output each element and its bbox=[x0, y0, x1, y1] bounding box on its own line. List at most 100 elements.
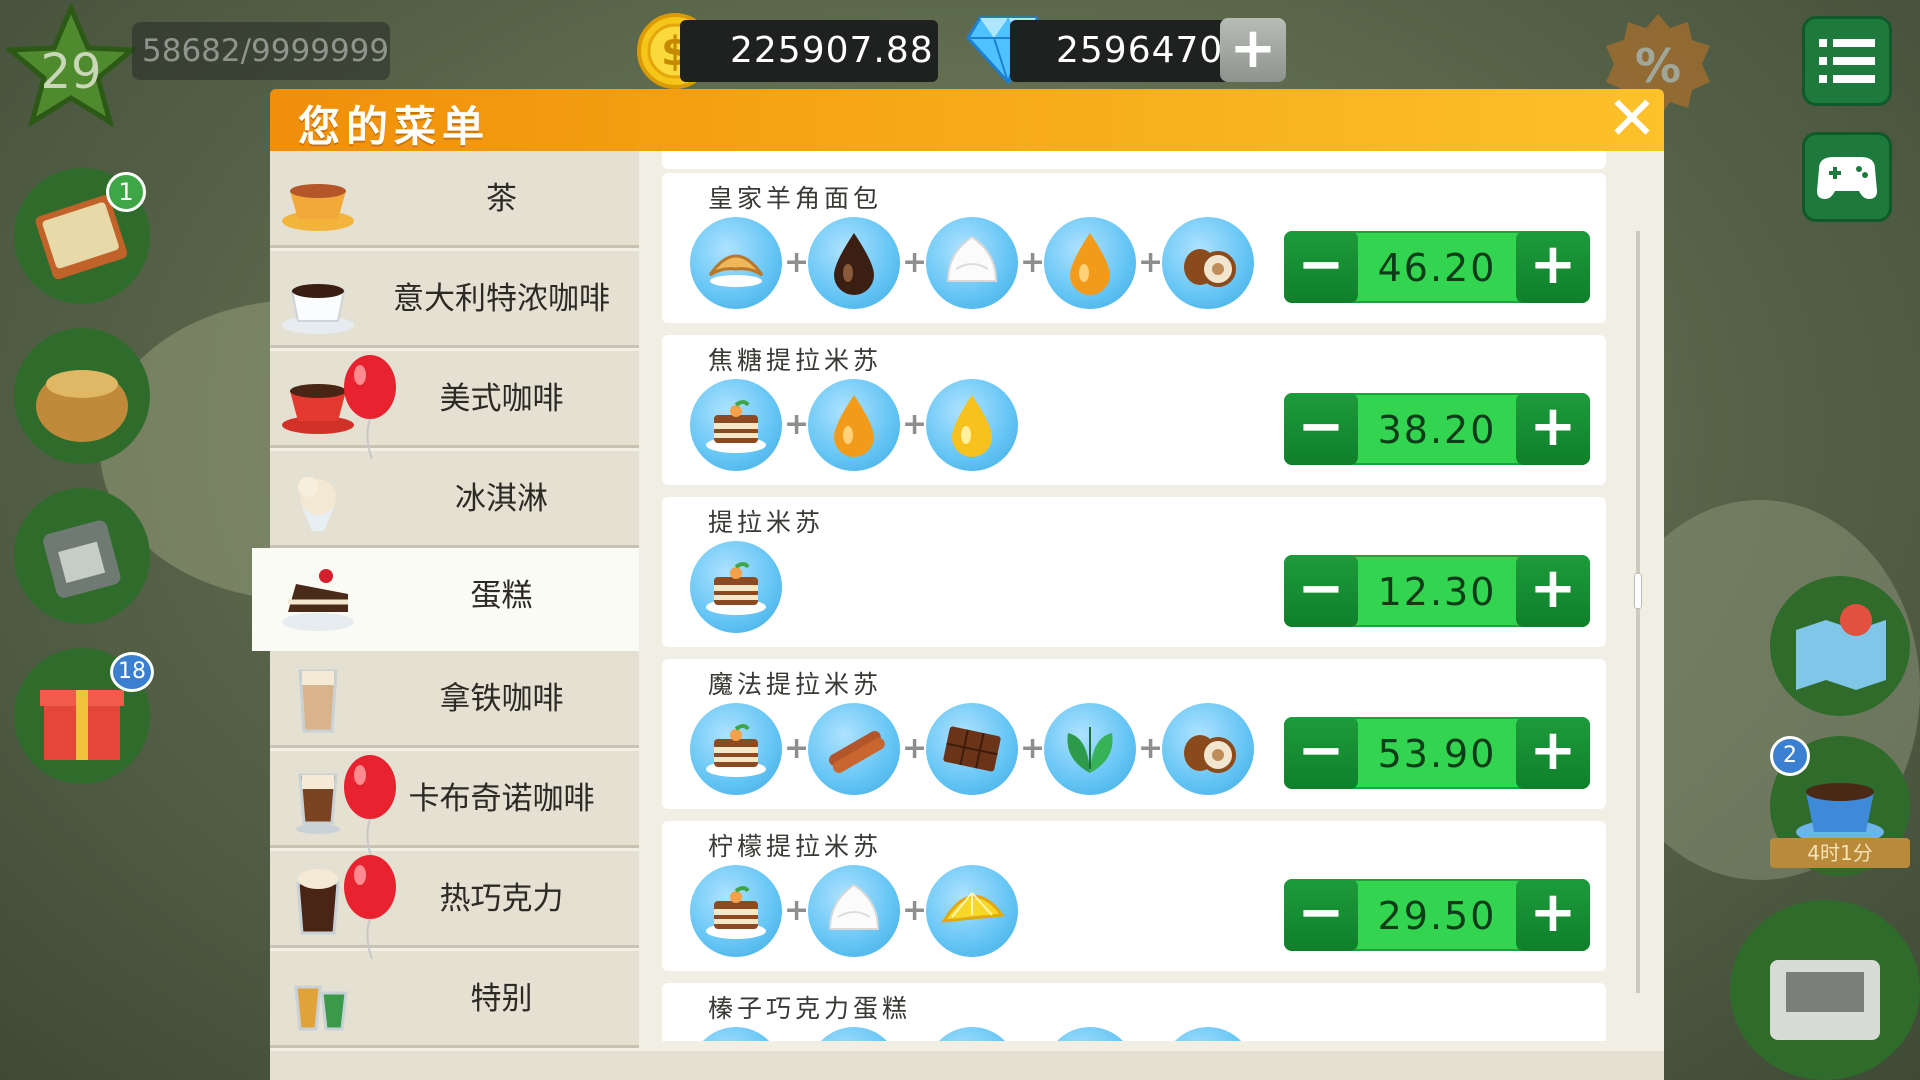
level-star-icon[interactable]: 29 bbox=[6, 4, 136, 128]
cash-register-icon bbox=[1770, 960, 1880, 1040]
scrollbar-thumb[interactable] bbox=[1634, 573, 1642, 609]
phone-button[interactable] bbox=[14, 488, 150, 624]
recipe-card: 焦糖提拉米苏 + + −38.20 + bbox=[662, 335, 1606, 485]
category-item[interactable]: 卡布奇诺咖啡 bbox=[270, 751, 639, 860]
category-label: 美式咖啡 bbox=[439, 381, 564, 417]
increase-price-button[interactable]: + bbox=[1516, 717, 1590, 789]
category-item[interactable]: 蛋糕 bbox=[252, 548, 639, 651]
plus-separator: + bbox=[1138, 245, 1164, 280]
plus-separator: + bbox=[1020, 245, 1046, 280]
category-item[interactable]: 美式咖啡 bbox=[270, 351, 639, 460]
tiramisu-icon[interactable] bbox=[690, 703, 782, 795]
latte-glass-icon bbox=[298, 669, 338, 733]
hazelnut-icon[interactable] bbox=[1162, 217, 1254, 309]
price-stepper: −12.30 + bbox=[1284, 555, 1590, 627]
price-stepper: −29.50 + bbox=[1284, 879, 1590, 951]
map-icon bbox=[1796, 604, 1886, 690]
coffee-order-button[interactable]: 2 4时1分 bbox=[1770, 736, 1910, 876]
increase-price-button[interactable]: + bbox=[1516, 879, 1590, 951]
category-sidebar: 茶意大利特浓咖啡美式咖啡冰淇淋蛋糕拿铁咖啡卡布奇诺咖啡热巧克力特别 bbox=[252, 151, 639, 1048]
coin-balance: 225907.88 bbox=[680, 20, 938, 82]
chocolate-syrup-icon[interactable] bbox=[808, 217, 900, 309]
espresso-cup-icon bbox=[282, 284, 354, 334]
gamepad-icon bbox=[1817, 157, 1877, 199]
decrease-price-button[interactable]: − bbox=[1284, 393, 1358, 465]
plus-separator: + bbox=[1020, 731, 1046, 766]
whipped-cream-icon[interactable] bbox=[926, 217, 1018, 309]
add-gems-button[interactable]: + bbox=[1220, 18, 1286, 82]
price-value: 46.20 bbox=[1377, 246, 1497, 290]
category-label: 茶 bbox=[486, 181, 517, 217]
increase-price-button[interactable]: + bbox=[1516, 393, 1590, 465]
increase-price-button[interactable]: + bbox=[1516, 555, 1590, 627]
honey-drop-icon[interactable] bbox=[926, 379, 1018, 471]
sack-icon bbox=[36, 370, 128, 442]
mint-icon[interactable] bbox=[1044, 703, 1136, 795]
ingredient-icon[interactable] bbox=[1044, 1027, 1136, 1041]
increase-price-button[interactable]: + bbox=[1516, 231, 1590, 303]
balloon-icon bbox=[344, 855, 396, 960]
category-item[interactable]: 意大利特浓咖啡 bbox=[270, 251, 639, 348]
plus-separator: + bbox=[902, 407, 928, 442]
ingredient-icon[interactable] bbox=[808, 1027, 900, 1041]
balloon-icon bbox=[344, 755, 396, 860]
category-label: 拿铁咖啡 bbox=[439, 681, 564, 717]
dialog-header: 您的菜单 ✕ bbox=[270, 89, 1664, 151]
notification-badge: 1 bbox=[106, 172, 146, 212]
ice-cream-icon bbox=[298, 477, 336, 531]
category-item[interactable]: 特别 bbox=[270, 951, 639, 1048]
recipe-book-button[interactable]: 1 bbox=[14, 168, 150, 304]
category-label: 冰淇淋 bbox=[455, 481, 548, 517]
ingredient-icon[interactable] bbox=[690, 1027, 782, 1041]
price-value: 29.50 bbox=[1377, 894, 1497, 938]
caramel-drop-icon[interactable] bbox=[1044, 217, 1136, 309]
map-button[interactable] bbox=[1770, 576, 1910, 716]
tiramisu-icon[interactable] bbox=[690, 541, 782, 633]
tiramisu-icon[interactable] bbox=[690, 865, 782, 957]
gem-balance: 2596470 bbox=[1010, 20, 1232, 82]
scrollbar-track[interactable] bbox=[1636, 231, 1640, 993]
lemon-icon[interactable] bbox=[926, 865, 1018, 957]
caramel-drop-icon[interactable] bbox=[808, 379, 900, 471]
decrease-price-button[interactable]: − bbox=[1284, 717, 1358, 789]
price-stepper: −46.20 + bbox=[1284, 231, 1590, 303]
menu-list-button[interactable] bbox=[1802, 16, 1892, 106]
category-item[interactable]: 热巧克力 bbox=[270, 851, 639, 960]
list-icon bbox=[1819, 39, 1875, 83]
recipe-card: 榛子巧克力蛋糕 bbox=[662, 983, 1606, 1041]
category-item[interactable]: 冰淇淋 bbox=[270, 451, 639, 548]
ingredient-icon[interactable] bbox=[926, 1027, 1018, 1041]
recipe-list[interactable]: 皇家羊角面包 + + + + −46.20 + 焦糖提拉米苏 + + −38.20 + 提拉米苏 −12.… bbox=[662, 151, 1612, 1041]
close-button[interactable]: ✕ bbox=[1604, 89, 1660, 149]
croissant-icon[interactable] bbox=[690, 217, 782, 309]
cinnamon-icon[interactable] bbox=[808, 703, 900, 795]
chocolate-bar-icon[interactable] bbox=[926, 703, 1018, 795]
games-button[interactable] bbox=[1802, 132, 1892, 222]
tea-cup-icon bbox=[282, 184, 354, 231]
category-item[interactable]: 拿铁咖啡 bbox=[270, 651, 639, 748]
ingredient-icon[interactable] bbox=[1162, 1027, 1254, 1041]
whipped-cream-icon[interactable] bbox=[808, 865, 900, 957]
timer-label: 4时1分 bbox=[1770, 838, 1910, 868]
decrease-price-button[interactable]: − bbox=[1284, 555, 1358, 627]
decrease-price-button[interactable]: − bbox=[1284, 231, 1358, 303]
dialog-title: 您的菜单 bbox=[298, 102, 491, 151]
plus-separator: + bbox=[902, 731, 928, 766]
tiramisu-icon[interactable] bbox=[690, 379, 782, 471]
category-item[interactable]: 茶 bbox=[270, 151, 639, 248]
recipe-card: 提拉米苏 −12.30 + bbox=[662, 497, 1606, 647]
category-label: 特别 bbox=[470, 981, 533, 1017]
decrease-price-button[interactable]: − bbox=[1284, 879, 1358, 951]
hazelnut-icon[interactable] bbox=[1162, 703, 1254, 795]
gift-button[interactable]: 18 bbox=[14, 648, 154, 784]
plus-separator: + bbox=[902, 245, 928, 280]
plus-separator: + bbox=[902, 893, 928, 928]
recipe-card: 皇家羊角面包 + + + + −46.20 + bbox=[662, 173, 1606, 323]
recipe-card-partial bbox=[662, 151, 1606, 169]
category-label: 热巧克力 bbox=[439, 881, 564, 917]
cash-register-button[interactable] bbox=[1730, 900, 1920, 1080]
recipe-name: 提拉米苏 bbox=[708, 508, 825, 537]
supplies-sack-button[interactable] bbox=[14, 328, 150, 464]
price-value: 12.30 bbox=[1377, 570, 1497, 614]
price-stepper: −53.90 + bbox=[1284, 717, 1590, 789]
